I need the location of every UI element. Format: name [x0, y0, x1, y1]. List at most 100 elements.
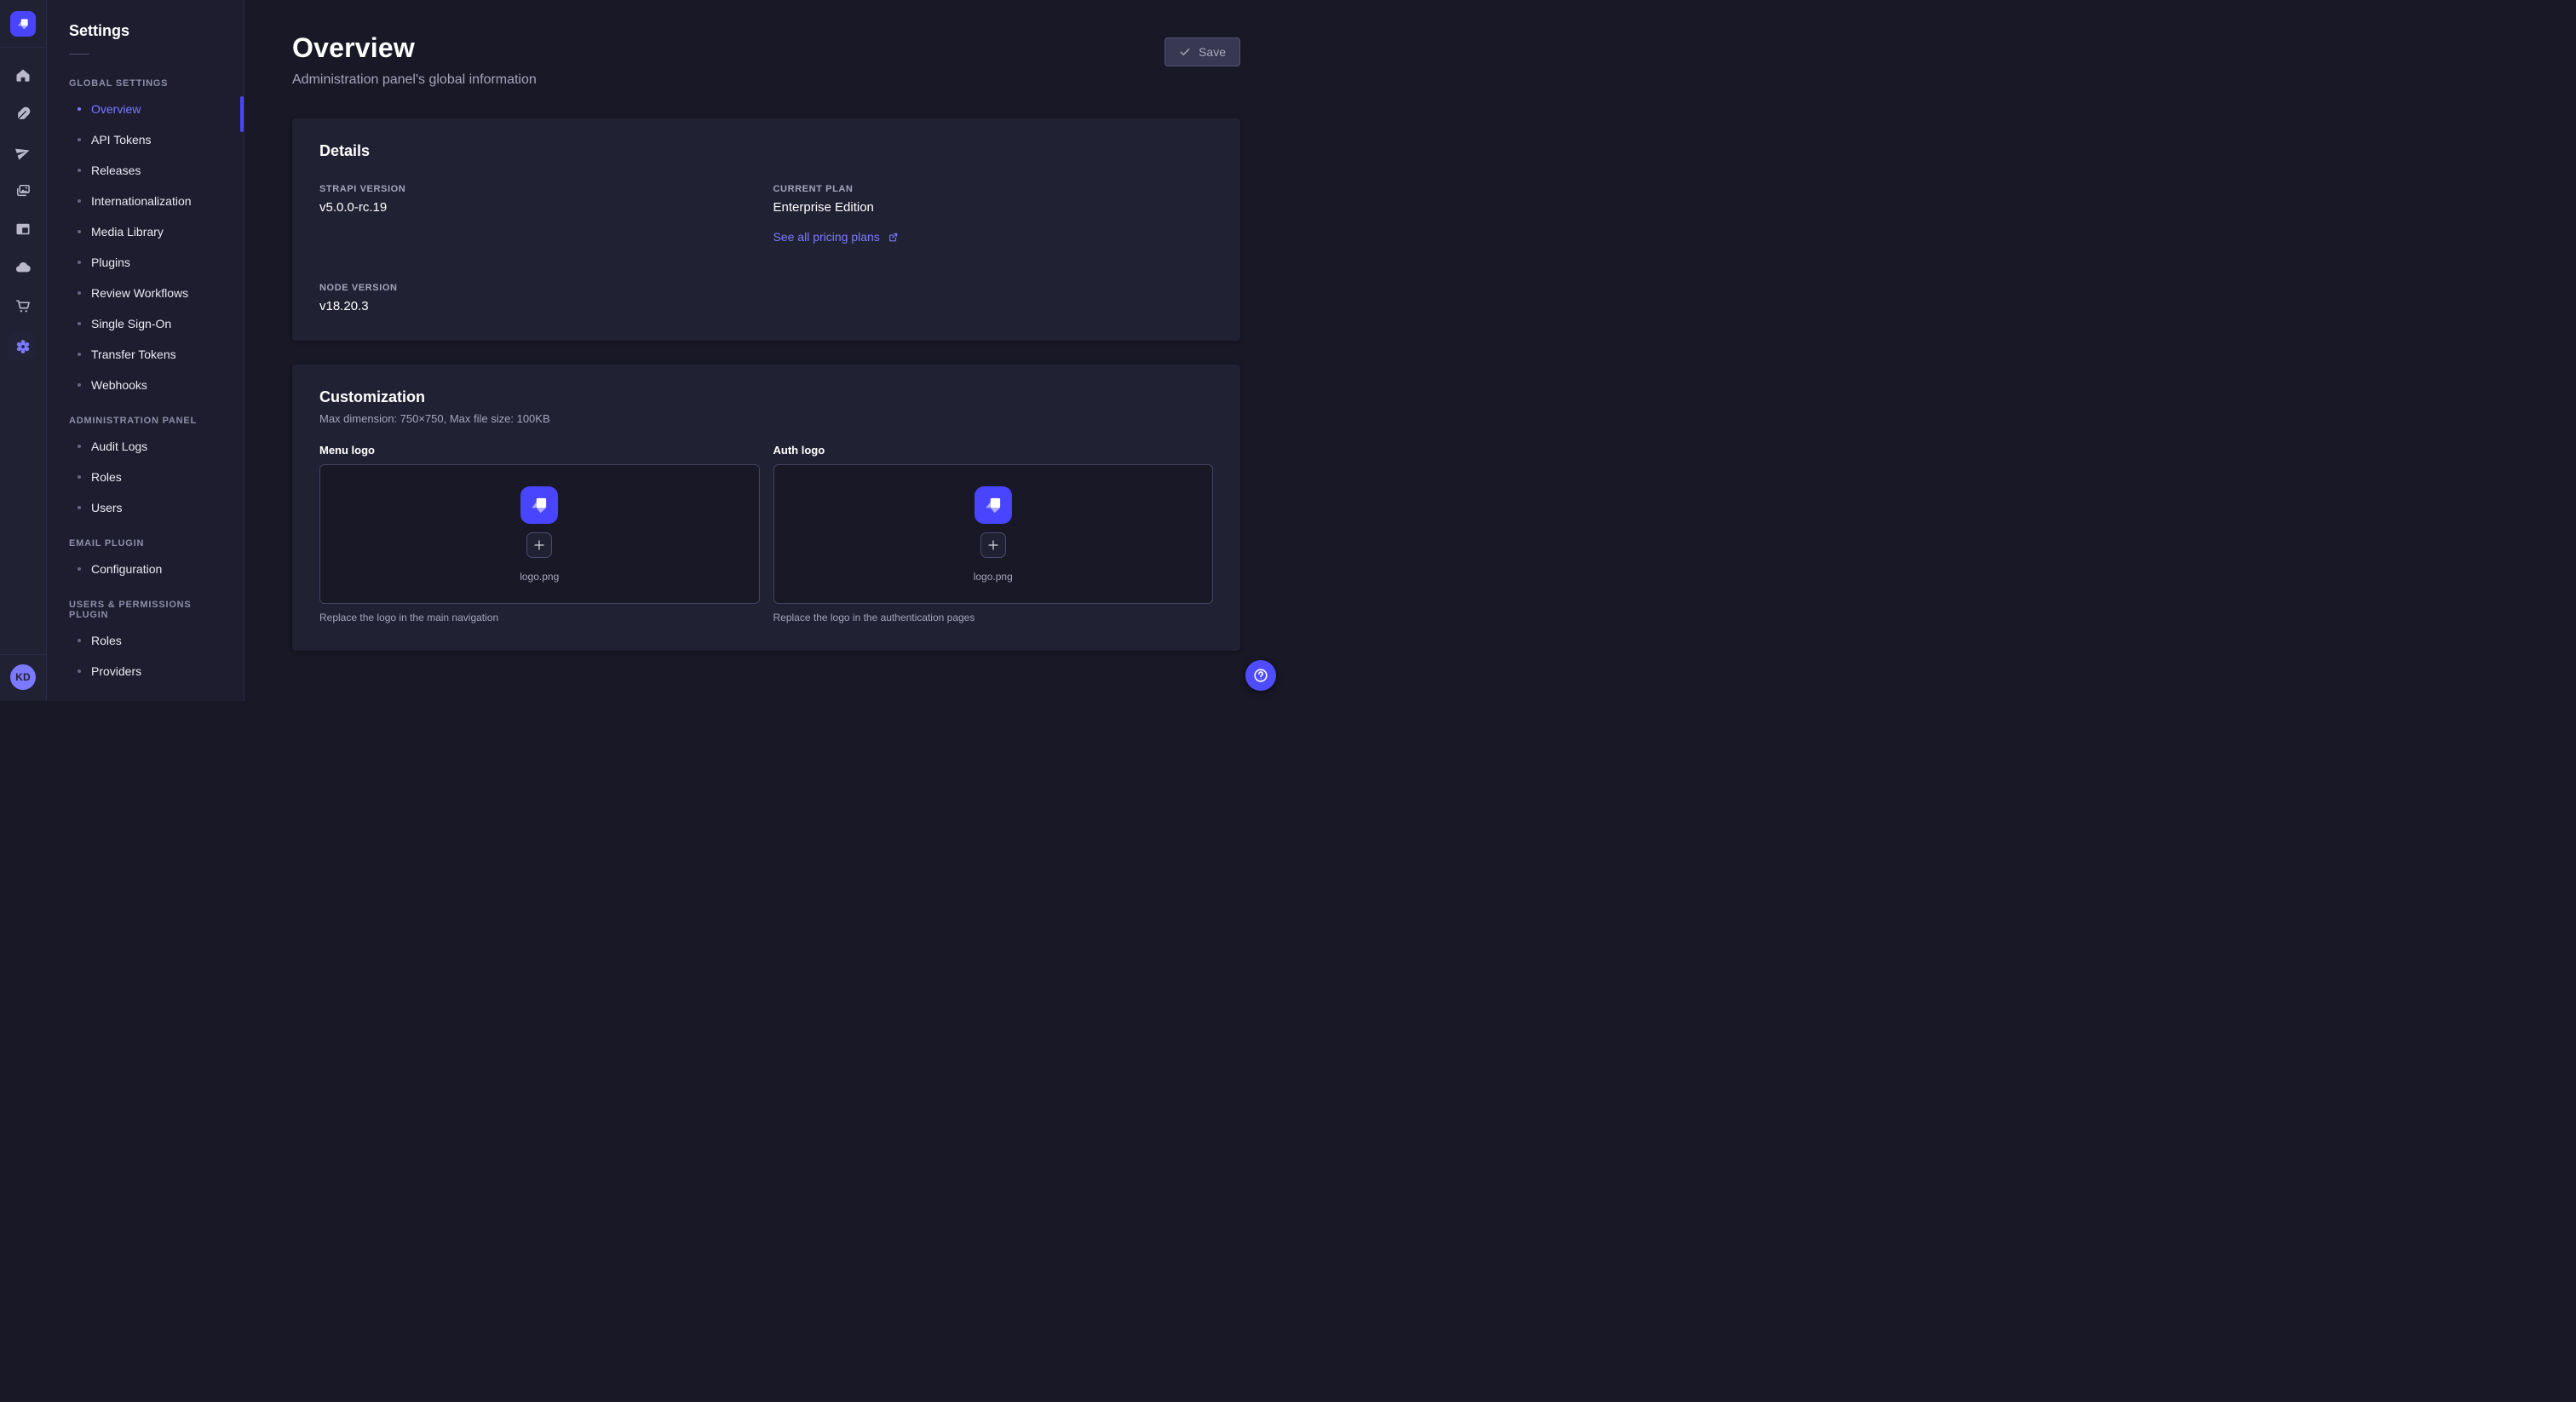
- strapi-logo-glyph: [982, 494, 1004, 516]
- section-email-plugin: EMAIL PLUGIN Configuration: [47, 538, 244, 584]
- subnav-item-label: API Tokens: [91, 133, 152, 147]
- subnav-item-audit-logs[interactable]: Audit Logs: [47, 431, 244, 462]
- subnav-item-admin-users[interactable]: Users: [47, 492, 244, 523]
- deploy-cloud-icon[interactable]: [12, 256, 34, 279]
- strapi-logo[interactable]: [10, 11, 36, 37]
- home-icon[interactable]: [12, 65, 34, 87]
- marketplace-cart-icon[interactable]: [12, 295, 34, 317]
- menu-logo-upload-box[interactable]: logo.png: [319, 464, 760, 604]
- subnav-item-label: Internationalization: [91, 194, 192, 208]
- plus-icon: [986, 538, 1000, 552]
- menu-logo-hint: Replace the logo in the main navigation: [319, 612, 760, 623]
- node-version-field: NODE VERSION v18.20.3: [319, 283, 760, 313]
- bullet-icon: [78, 353, 81, 356]
- section-administration-panel: ADMINISTRATION PANEL Audit Logs Roles Us…: [47, 416, 244, 523]
- section-label: ADMINISTRATION PANEL: [47, 416, 244, 426]
- bullet-icon: [78, 445, 81, 448]
- strapi-version-field: STRAPI VERSION v5.0.0-rc.19: [319, 184, 760, 245]
- subnav-item-internationalization[interactable]: Internationalization: [47, 186, 244, 216]
- bullet-icon: [78, 322, 81, 325]
- pricing-plans-link-label: See all pricing plans: [773, 230, 880, 244]
- subnav-item-label: Webhooks: [91, 378, 147, 392]
- section-users-permissions-plugin: USERS & PERMISSIONS PLUGIN Roles Provide…: [47, 600, 244, 687]
- subnav-item-label: Review Workflows: [91, 286, 188, 300]
- subnav-item-api-tokens[interactable]: API Tokens: [47, 124, 244, 155]
- current-plan-field: CURRENT PLAN Enterprise Edition See all …: [773, 184, 1214, 245]
- bullet-icon: [78, 138, 81, 141]
- content-manager-feather-icon[interactable]: [12, 103, 34, 125]
- bullet-icon: [78, 506, 81, 509]
- subnav-title: Settings: [47, 22, 244, 40]
- user-avatar[interactable]: KD: [10, 664, 36, 690]
- subnav-item-label: Overview: [91, 102, 141, 116]
- bullet-icon: [78, 669, 81, 673]
- customization-card-title: Customization: [319, 388, 1213, 406]
- bullet-icon: [78, 383, 81, 387]
- strapi-version-value: v5.0.0-rc.19: [319, 200, 760, 215]
- subnav-item-label: Roles: [91, 634, 122, 647]
- menu-logo-field: Menu logo: [319, 444, 760, 623]
- subnav-item-admin-roles[interactable]: Roles: [47, 462, 244, 492]
- subnav-item-label: Providers: [91, 664, 141, 678]
- subnav-item-plugins[interactable]: Plugins: [47, 247, 244, 278]
- bullet-icon: [78, 107, 81, 111]
- auth-logo-filename: logo.png: [974, 571, 1013, 583]
- settings-gear-icon[interactable]: [9, 333, 37, 360]
- current-plan-label: CURRENT PLAN: [773, 184, 1214, 194]
- subnav-scrollbar-thumb[interactable]: [240, 96, 244, 132]
- subnav-item-webhooks[interactable]: Webhooks: [47, 370, 244, 400]
- subnav-title-rule: [69, 54, 89, 55]
- subnav-item-label: Releases: [91, 164, 141, 177]
- subnav-item-review-workflows[interactable]: Review Workflows: [47, 278, 244, 308]
- auth-logo-label: Auth logo: [773, 444, 1214, 457]
- auth-logo-upload-box[interactable]: logo.png: [773, 464, 1214, 604]
- subnav-item-overview[interactable]: Overview: [47, 94, 244, 124]
- subnav-item-label: Users: [91, 501, 123, 514]
- help-button[interactable]: [1245, 660, 1276, 691]
- subnav-item-up-roles[interactable]: Roles: [47, 625, 244, 656]
- subnav-item-media-library[interactable]: Media Library: [47, 216, 244, 247]
- rail-divider: [0, 47, 46, 48]
- bullet-icon: [78, 261, 81, 264]
- subnav-item-up-providers[interactable]: Providers: [47, 656, 244, 687]
- external-link-icon: [888, 232, 899, 243]
- section-label: USERS & PERMISSIONS PLUGIN: [47, 600, 244, 620]
- auth-logo-hint: Replace the logo in the authentication p…: [773, 612, 1214, 623]
- bullet-icon: [78, 199, 81, 203]
- subnav-item-transfer-tokens[interactable]: Transfer Tokens: [47, 339, 244, 370]
- pricing-plans-link[interactable]: See all pricing plans: [773, 230, 899, 244]
- subnav-item-label: Plugins: [91, 256, 130, 269]
- bullet-icon: [78, 639, 81, 642]
- strapi-version-label: STRAPI VERSION: [319, 184, 760, 194]
- auth-logo-add-button[interactable]: [980, 532, 1006, 558]
- current-plan-value: Enterprise Edition: [773, 200, 1214, 215]
- node-version-label: NODE VERSION: [319, 283, 760, 293]
- page-title: Overview: [292, 32, 537, 64]
- save-button[interactable]: Save: [1164, 37, 1240, 66]
- check-icon: [1179, 46, 1191, 58]
- releases-paper-plane-icon[interactable]: [12, 141, 34, 164]
- media-library-images-icon[interactable]: [12, 180, 34, 202]
- subnav-item-releases[interactable]: Releases: [47, 155, 244, 186]
- node-version-value: v18.20.3: [319, 299, 760, 313]
- section-global-settings: GLOBAL SETTINGS Overview API Tokens Rele…: [47, 78, 244, 400]
- strapi-logo-glyph: [15, 16, 31, 32]
- bullet-icon: [78, 475, 81, 479]
- subnav-item-label: Single Sign-On: [91, 317, 171, 330]
- save-button-label: Save: [1199, 45, 1226, 59]
- rail-bottom-section: KD: [0, 654, 46, 701]
- settings-subnav: Settings GLOBAL SETTINGS Overview API To…: [47, 0, 244, 701]
- customization-card-subtitle: Max dimension: 750×750, Max file size: 1…: [319, 412, 1213, 425]
- bullet-icon: [78, 169, 81, 172]
- menu-logo-add-button[interactable]: [526, 532, 552, 558]
- customization-card: Customization Max dimension: 750×750, Ma…: [292, 365, 1240, 651]
- main-content: Overview Administration panel's global i…: [244, 0, 1288, 701]
- menu-logo-label: Menu logo: [319, 444, 760, 457]
- details-card: Details STRAPI VERSION v5.0.0-rc.19 CURR…: [292, 118, 1240, 341]
- content-type-builder-layout-icon[interactable]: [12, 218, 34, 240]
- subnav-item-single-sign-on[interactable]: Single Sign-On: [47, 308, 244, 339]
- menu-logo-filename: logo.png: [520, 571, 559, 583]
- subnav-item-label: Configuration: [91, 562, 162, 576]
- subnav-item-email-configuration[interactable]: Configuration: [47, 554, 244, 584]
- question-mark-icon: [1252, 667, 1269, 684]
